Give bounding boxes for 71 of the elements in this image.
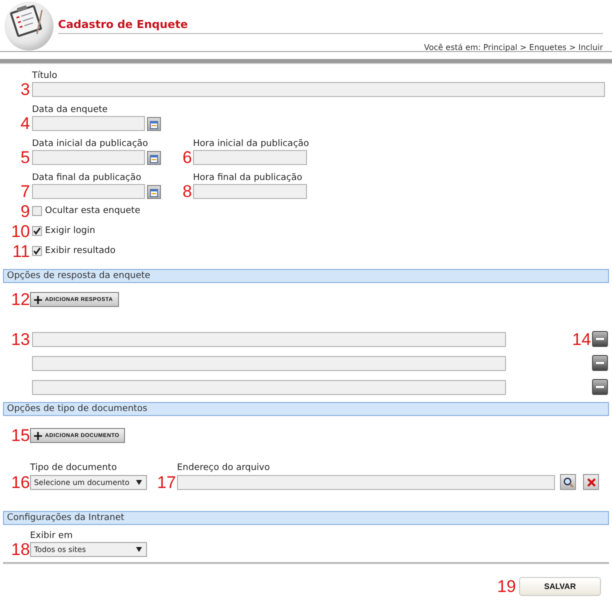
search-button[interactable] [560,474,576,490]
calendar-icon [150,154,158,164]
input-field[interactable] [32,356,506,370]
annotation-number: 9 [20,204,30,218]
checkbox[interactable] [32,206,42,216]
input-field[interactable] [193,150,307,165]
checkbox[interactable] [32,226,42,236]
annotation-number: 10 [10,224,30,238]
search-icon [562,476,574,488]
input-field[interactable] [193,184,307,199]
checkbox[interactable] [32,246,42,256]
annotation-number: 11 [11,244,30,258]
calendar-button[interactable] [147,116,161,130]
field-label: Exibir em [30,530,74,542]
input-field[interactable] [32,82,605,97]
checkbox-label: Ocultar esta enquete [45,206,140,216]
clear-button[interactable] [583,474,599,490]
section-header: Opções de tipo de documentos [3,402,609,416]
calendar-button[interactable] [147,184,161,198]
minus-icon [596,386,604,388]
remove-button[interactable] [592,379,608,395]
annotation-number: 5 [20,150,30,165]
annotation-number: 3 [20,82,30,97]
calendar-icon [150,120,158,130]
input-field[interactable] [32,150,145,165]
section-header: Configurações da Intranet [3,511,609,525]
annotation-number: 7 [20,184,30,199]
field-label: Endereço do arquivo [177,462,271,474]
minus-icon [596,362,604,364]
remove-button[interactable] [592,355,608,371]
input-field[interactable] [32,116,145,131]
calendar-button[interactable] [147,150,161,164]
input-field[interactable] [32,184,145,199]
annotation-number: 17 [157,474,175,490]
annotation-number: 18 [10,542,30,557]
save-button[interactable]: SALVAR [519,577,601,596]
annotation-number: 19 [497,579,516,594]
breadcrumb: Você está em: Principal > Enquetes > Incluir [424,43,603,52]
page-title: Cadastro de Enquete [58,18,188,31]
caret-icon [136,480,142,485]
field-label: Hora final da publicação [193,172,304,184]
checkmark-icon [33,247,41,255]
input-field[interactable] [177,474,555,490]
annotation-number: 14 [572,332,591,346]
input-field[interactable] [32,380,506,394]
field-label: Data da enquete [32,104,109,116]
plus-icon [34,432,42,440]
input-field[interactable] [32,332,506,346]
annotation-number: 15 [10,428,30,443]
close-icon [586,478,596,486]
calendar-icon [150,188,158,198]
field-label: Tipo de documento [30,462,118,474]
checkbox-label: Exibir resultado [45,246,116,256]
annotation-number: 8 [182,184,192,199]
caret-icon [136,547,142,552]
plus-icon [34,296,42,304]
annotation-number: 16 [10,474,30,490]
checkmark-icon [33,227,41,235]
field-label: Hora inicial da publicação [193,138,310,150]
annotation-number: 4 [20,116,30,131]
minus-icon [596,338,604,340]
remove-button[interactable] [592,331,608,347]
field-label: Data inicial da publicação [32,138,150,150]
field-label: Data final da publicação [32,172,142,184]
section-header: Opções de resposta da enquete [3,269,609,283]
clipboard-logo-icon [4,1,54,51]
annotation-number: 12 [10,292,30,307]
checkbox-label: Exigir login [45,226,96,236]
annotation-number: 13 [10,332,30,346]
annotation-number: 6 [182,150,192,165]
field-label: Título [31,70,58,82]
